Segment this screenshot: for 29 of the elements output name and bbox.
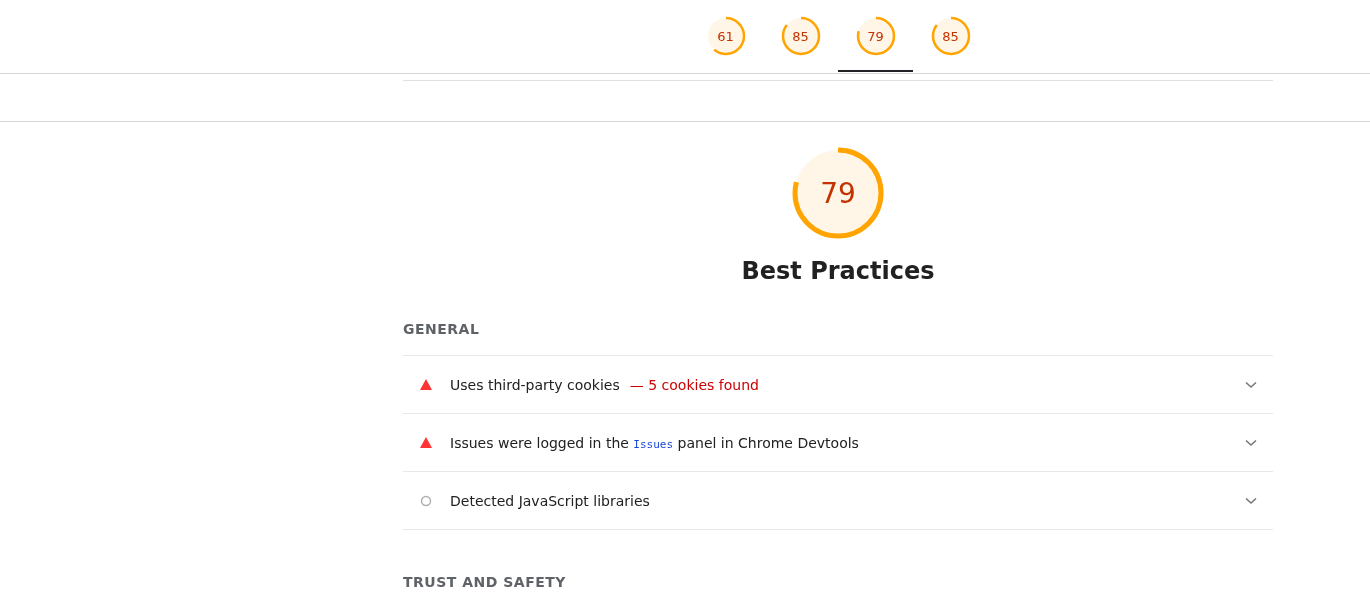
audit-display-value: — 5 cookies found [629, 376, 759, 393]
score-value: 79 [820, 176, 856, 210]
score-tab[interactable]: 79 [838, 0, 913, 72]
audit-title: Issues were logged in the Issues panel in Chrome Devtools [450, 434, 859, 451]
audit-row[interactable]: Uses third-party cookies — 5 cookies found [403, 356, 1273, 414]
score-tab[interactable]: 85 [763, 0, 838, 72]
audit-title: Uses third-party cookies [450, 376, 620, 393]
audit-row[interactable]: Issues were logged in the Issues panel in Chrome Devtools [403, 414, 1273, 472]
score-gauge [705, 16, 746, 56]
score-tab[interactable]: 85 [913, 0, 988, 72]
audit-title: Detected JavaScript libraries [450, 492, 650, 509]
score-value: 85 [942, 29, 959, 44]
score-gauge [780, 16, 821, 56]
score-tab[interactable]: 61 [688, 0, 763, 72]
chevron-down-icon [1245, 438, 1257, 447]
circle-icon [419, 493, 433, 508]
chevron-down-icon [1245, 380, 1257, 389]
audit-row[interactable]: Detected JavaScript libraries [403, 472, 1273, 530]
warning-triangle-icon [419, 377, 433, 392]
group-title: TRUST AND SAFETY [403, 573, 567, 592]
score-value: 79 [867, 29, 884, 44]
score-value: 61 [717, 29, 734, 44]
score-gauge [855, 16, 896, 56]
group-title: GENERAL [403, 285, 1273, 356]
score-gauge [930, 16, 971, 56]
warning-triangle-icon [419, 435, 433, 450]
score-value: 85 [792, 29, 809, 44]
category-title: Best Practices [741, 257, 935, 285]
chevron-down-icon [1245, 496, 1257, 505]
